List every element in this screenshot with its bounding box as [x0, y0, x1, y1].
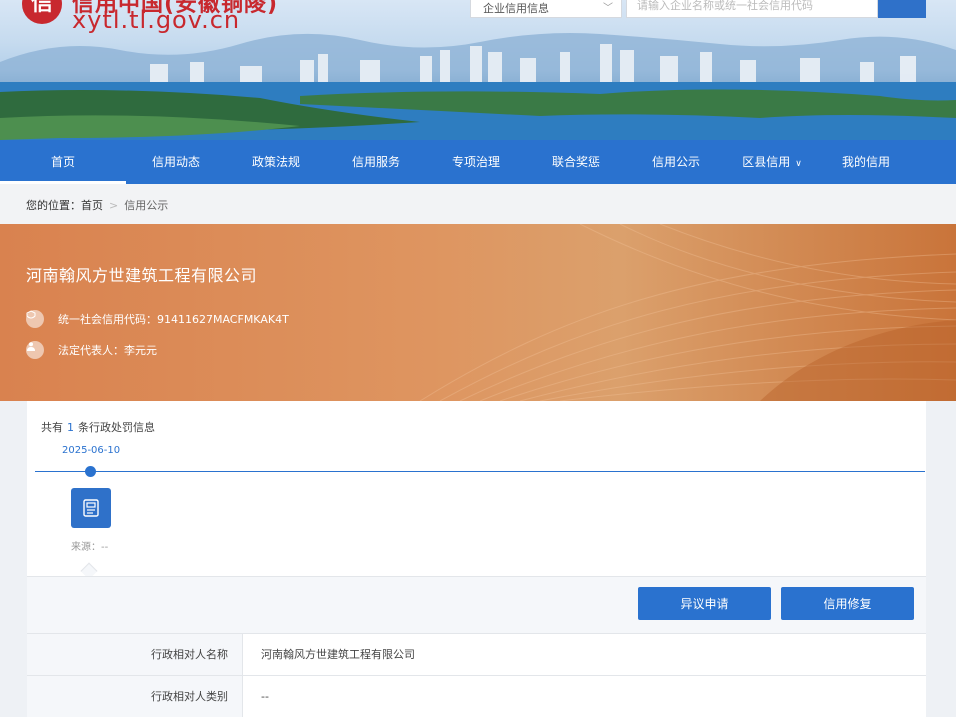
- credit-code-icon: [26, 310, 44, 328]
- site-url: xytl.tl.gov.cn: [72, 6, 241, 34]
- nav-label: 政策法规: [251, 155, 300, 169]
- timeline-dot[interactable]: [85, 466, 96, 477]
- main-nav: 首页 信用动态 政策法规 信用服务 专项治理 联合奖惩 信用公示 区县信用 ∨ 我…: [0, 140, 956, 184]
- nav-item-joint-rewards[interactable]: 联合奖惩: [526, 140, 626, 184]
- search-bar: 企业信用信息 ﹀: [470, 0, 926, 18]
- detail-value: --: [242, 676, 926, 717]
- timeline-date: 2025-06-10: [62, 445, 121, 456]
- search-button[interactable]: [471, 0, 926, 18]
- legal-rep-row: 法定代表人： 李元元: [26, 341, 157, 359]
- search-category-value: 企业信用信息: [483, 2, 549, 15]
- breadcrumb-home-link[interactable]: 首页: [81, 199, 103, 212]
- record-detail-panel: 异议申请 信用修复 行政相对人名称 河南翰风方世建筑工程有限公司 行政相对人类别…: [27, 576, 926, 717]
- breadcrumb-separator: >: [109, 199, 119, 212]
- chevron-down-icon: ∨: [795, 159, 802, 169]
- legal-rep-label: 法定代表人：: [58, 344, 124, 357]
- nav-label: 区县信用: [742, 155, 791, 169]
- record-count-prefix: 共有: [41, 421, 63, 434]
- penalty-records-card: 共有 1 条行政处罚信息 2025-06-10 来源：--: [27, 401, 926, 580]
- nav-item-credit-news[interactable]: 信用动态: [126, 140, 226, 184]
- detail-value: 河南翰风方世建筑工程有限公司: [242, 634, 926, 675]
- search-icon: [471, 0, 482, 4]
- detail-row: 行政相对人类别 --: [27, 675, 926, 717]
- detail-key: 行政相对人类别: [27, 676, 242, 717]
- source-value: --: [101, 542, 109, 553]
- detail-row: 行政相对人名称 河南翰风方世建筑工程有限公司: [27, 633, 926, 675]
- nav-label: 专项治理: [451, 155, 500, 169]
- credit-code-row: 统一社会信用代码： 91411627MACFMKAK4T: [26, 310, 289, 328]
- timeline-line: [35, 471, 925, 472]
- nav-label: 信用公示: [651, 155, 700, 169]
- nav-item-my-credit[interactable]: 我的信用: [818, 140, 914, 184]
- nav-item-credit-publicity[interactable]: 信用公示: [626, 140, 726, 184]
- source-label: 来源：: [71, 542, 101, 553]
- nav-item-home[interactable]: 首页: [0, 140, 126, 184]
- credit-code-value: 91411627MACFMKAK4T: [157, 312, 289, 326]
- chevron-down-icon: ﹀: [603, 3, 613, 14]
- breadcrumb-prefix: 您的位置：: [26, 199, 81, 212]
- nav-item-credit-service[interactable]: 信用服务: [326, 140, 426, 184]
- detail-key: 行政相对人名称: [27, 634, 242, 675]
- company-name: 河南翰风方世建筑工程有限公司: [26, 266, 258, 285]
- record-count-text: 共有 1 条行政处罚信息: [41, 419, 155, 435]
- nav-item-policy[interactable]: 政策法规: [226, 140, 326, 184]
- breadcrumb-current: 信用公示: [124, 199, 169, 212]
- person-icon: [26, 341, 44, 359]
- nav-item-special-governance[interactable]: 专项治理: [426, 140, 526, 184]
- nav-label: 信用动态: [151, 155, 200, 169]
- document-icon[interactable]: [71, 488, 111, 528]
- breadcrumb: 您的位置：首页 > 信用公示: [0, 184, 956, 224]
- credit-code-label: 统一社会信用代码：: [58, 313, 157, 326]
- company-hero: 河南翰风方世建筑工程有限公司 统一社会信用代码： 91411627MACFMKAK…: [0, 224, 956, 401]
- nav-item-district-credit[interactable]: 区县信用 ∨: [726, 140, 818, 184]
- record-count-number: 1: [67, 421, 74, 434]
- nav-label: 首页: [50, 155, 75, 169]
- search-category-select[interactable]: 企业信用信息 ﹀: [470, 0, 622, 18]
- credit-repair-button[interactable]: 信用修复: [781, 587, 914, 620]
- nav-label: 信用服务: [351, 155, 400, 169]
- nav-label: 联合奖惩: [551, 155, 600, 169]
- search-input[interactable]: [626, 0, 878, 18]
- header-banner: 信 信用中国(安徽铜陵) xytl.tl.gov.cn 企业信用信息 ﹀: [0, 0, 956, 140]
- objection-button[interactable]: 异议申请: [638, 587, 771, 620]
- timeline-source: 来源：--: [71, 538, 108, 553]
- nav-label: 我的信用: [841, 155, 890, 169]
- record-count-suffix: 条行政处罚信息: [78, 421, 155, 434]
- legal-rep-value: 李元元: [124, 344, 157, 357]
